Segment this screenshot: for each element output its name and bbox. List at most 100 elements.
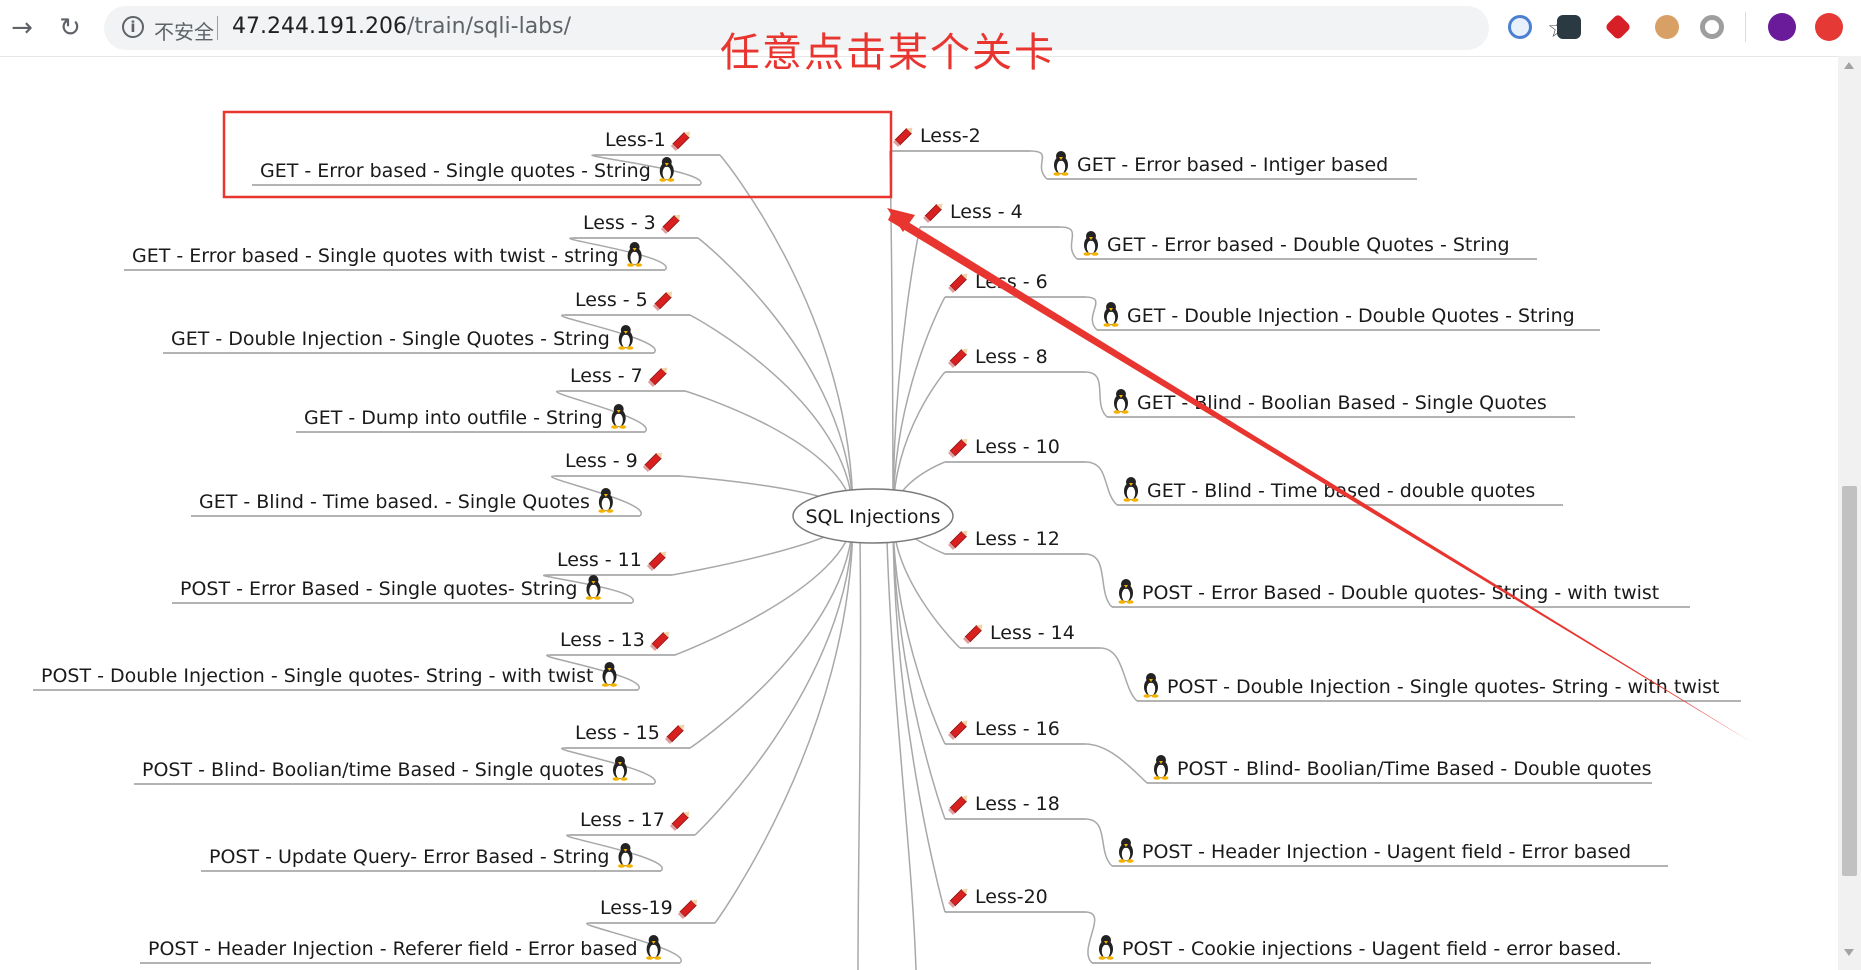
- level-node-3[interactable]: Less - 3 GET - Error based - Single quote…: [124, 212, 698, 271]
- level-label[interactable]: Less-2: [920, 125, 981, 147]
- level-node-13[interactable]: Less - 13 POST - Double Injection - Singl…: [33, 629, 675, 691]
- level-label[interactable]: Less-19: [600, 897, 673, 919]
- level-node-1[interactable]: Less-1 GET - Error based - Single quotes …: [252, 129, 720, 186]
- connector-curve: [892, 296, 946, 517]
- connector-curve: [689, 314, 854, 517]
- pencil-icon: [646, 551, 667, 571]
- level-label[interactable]: Less - 11: [557, 549, 642, 571]
- connector-curve: [1029, 150, 1048, 180]
- scroll-thumb[interactable]: [1842, 486, 1857, 876]
- level-label[interactable]: Less - 16: [975, 718, 1060, 740]
- pencil-icon: [948, 795, 968, 815]
- level-node-8[interactable]: Less - 8GET - Blind - Boolian Based - Si…: [945, 346, 1575, 418]
- challenge-title[interactable]: POST - Cookie injections - Uagent field …: [1122, 938, 1622, 960]
- connector-curve: [689, 515, 854, 749]
- penguin-icon: [611, 404, 627, 429]
- challenge-title[interactable]: GET - Error based - Intiger based: [1077, 154, 1388, 176]
- level-node-18[interactable]: Less - 18 POST - Header Injection - Uagen…: [945, 793, 1668, 867]
- level-node-14[interactable]: Less - 14 POST - Double Injection - Singl…: [960, 622, 1741, 702]
- connector-curve: [1084, 371, 1108, 418]
- pencil-icon: [923, 203, 943, 223]
- connector-curve: [1059, 226, 1078, 260]
- level-label[interactable]: Less - 3: [583, 212, 656, 234]
- level-label[interactable]: Less - 18: [975, 793, 1060, 815]
- penguin-icon: [618, 325, 634, 350]
- pencil-icon: [642, 452, 663, 472]
- challenge-title[interactable]: POST - Blind- Boolian/time Based - Singl…: [142, 759, 604, 781]
- challenge-title[interactable]: GET - Error based - Single quotes with t…: [132, 245, 619, 267]
- challenge-title[interactable]: POST - Double Injection - Single quotes-…: [1167, 676, 1719, 698]
- pencil-icon: [948, 273, 968, 293]
- challenge-title[interactable]: POST - Blind- Boolian/Time Based - Doubl…: [1177, 758, 1651, 780]
- pencil-icon: [649, 631, 670, 651]
- level-node-16[interactable]: Less - 16 POST - Blind- Boolian/Time Base…: [945, 718, 1652, 784]
- pencil-icon: [652, 291, 673, 311]
- level-node-17[interactable]: Less - 17 POST - Update Query- Error Base…: [201, 809, 695, 872]
- connector-curve: [1084, 553, 1113, 608]
- penguin-icon: [646, 935, 662, 960]
- level-label[interactable]: Less-20: [975, 886, 1048, 908]
- penguin-icon: [1143, 673, 1159, 698]
- penguin-icon: [1053, 151, 1069, 176]
- challenge-title[interactable]: GET - Blind - Time based. - Single Quote…: [199, 491, 590, 513]
- connector-curve: [857, 539, 862, 970]
- level-node-2[interactable]: Less-2 GET - Error based - Intiger based: [890, 125, 1417, 180]
- annotation-arrow-shaft: [888, 212, 1751, 742]
- pencil-icon: [677, 899, 698, 919]
- challenge-title[interactable]: POST - Double Injection - Single quotes-…: [41, 665, 593, 687]
- level-label[interactable]: Less - 15: [575, 722, 660, 744]
- connector-curve: [697, 237, 854, 517]
- challenge-title[interactable]: POST - Header Injection - Referer field …: [148, 938, 638, 960]
- pencil-icon: [669, 811, 690, 831]
- challenge-title[interactable]: POST - Update Query- Error Based - Strin…: [209, 846, 609, 868]
- connector-curve: [1099, 647, 1138, 702]
- level-label[interactable]: Less - 17: [580, 809, 665, 831]
- penguin-icon: [1123, 477, 1139, 502]
- level-node-11[interactable]: Less - 11 POST - Error Based - Single quo…: [172, 549, 672, 604]
- level-label[interactable]: Less-1: [605, 129, 666, 151]
- level-node-12[interactable]: Less - 12 POST - Error Based - Double quo…: [945, 528, 1690, 608]
- annotation-text: 任意点击某个关卡: [720, 30, 1056, 76]
- connector-curve: [719, 154, 854, 517]
- level-label[interactable]: Less - 7: [570, 365, 643, 387]
- level-node-6[interactable]: Less - 6GET - Double Injection - Double …: [945, 271, 1600, 331]
- penguin-icon: [612, 756, 628, 781]
- level-label[interactable]: Less - 13: [560, 629, 645, 651]
- challenge-title[interactable]: POST - Header Injection - Uagent field -…: [1142, 841, 1631, 863]
- scroll-up-arrow[interactable]: [1844, 62, 1854, 69]
- level-label[interactable]: Less - 9: [565, 450, 638, 472]
- penguin-icon: [1098, 935, 1114, 960]
- penguin-icon: [1118, 579, 1134, 604]
- level-label[interactable]: Less - 5: [575, 289, 648, 311]
- level-label[interactable]: Less - 12: [975, 528, 1060, 550]
- scroll-down-arrow[interactable]: [1844, 949, 1854, 956]
- level-node-7[interactable]: Less - 7 GET - Dump into outfile - String: [296, 365, 685, 433]
- challenge-title[interactable]: GET - Error based - Double Quotes - Stri…: [1107, 234, 1510, 256]
- level-node-4[interactable]: Less - 4 GET - Error based - Double Quote…: [920, 201, 1537, 260]
- connector-curve: [889, 150, 894, 517]
- challenge-title[interactable]: POST - Error Based - Double quotes- Stri…: [1142, 582, 1659, 604]
- challenge-title[interactable]: GET - Dump into outfile - String: [304, 407, 603, 429]
- level-node-9[interactable]: Less - 9 GET - Blind - Time based. - Sing…: [191, 450, 680, 517]
- vertical-scrollbar[interactable]: [1838, 56, 1861, 970]
- level-label[interactable]: Less - 4: [950, 201, 1023, 223]
- level-node-15[interactable]: Less - 15 POST - Blind- Boolian/time Base…: [134, 722, 690, 785]
- center-node: SQL Injections: [792, 488, 954, 544]
- level-node-19[interactable]: Less-19 POST - Header Injection - Referer…: [140, 897, 715, 964]
- pencil-icon: [664, 724, 685, 744]
- connector-curve: [1084, 818, 1113, 867]
- pencil-icon: [893, 127, 913, 147]
- level-label[interactable]: Less - 10: [975, 436, 1060, 458]
- challenge-title[interactable]: POST - Error Based - Single quotes- Stri…: [180, 578, 577, 600]
- level-label[interactable]: Less - 8: [975, 346, 1048, 368]
- penguin-icon: [1083, 231, 1099, 256]
- challenge-title[interactable]: GET - Double Injection - Single Quotes -…: [171, 328, 610, 350]
- level-label[interactable]: Less - 14: [990, 622, 1075, 644]
- challenge-title[interactable]: GET - Error based - Single quotes - Stri…: [260, 160, 651, 182]
- level-node-5[interactable]: Less - 5 GET - Double Injection - Single …: [163, 289, 690, 354]
- penguin-icon: [659, 157, 675, 182]
- level-node-20[interactable]: Less-20 POST - Cookie injections - Uagent…: [945, 886, 1651, 964]
- challenge-title[interactable]: GET - Double Injection - Double Quotes -…: [1127, 305, 1575, 327]
- level-node-10[interactable]: Less - 10GET - Blind - Time based - doub…: [945, 436, 1563, 506]
- connector-curve: [1084, 911, 1096, 964]
